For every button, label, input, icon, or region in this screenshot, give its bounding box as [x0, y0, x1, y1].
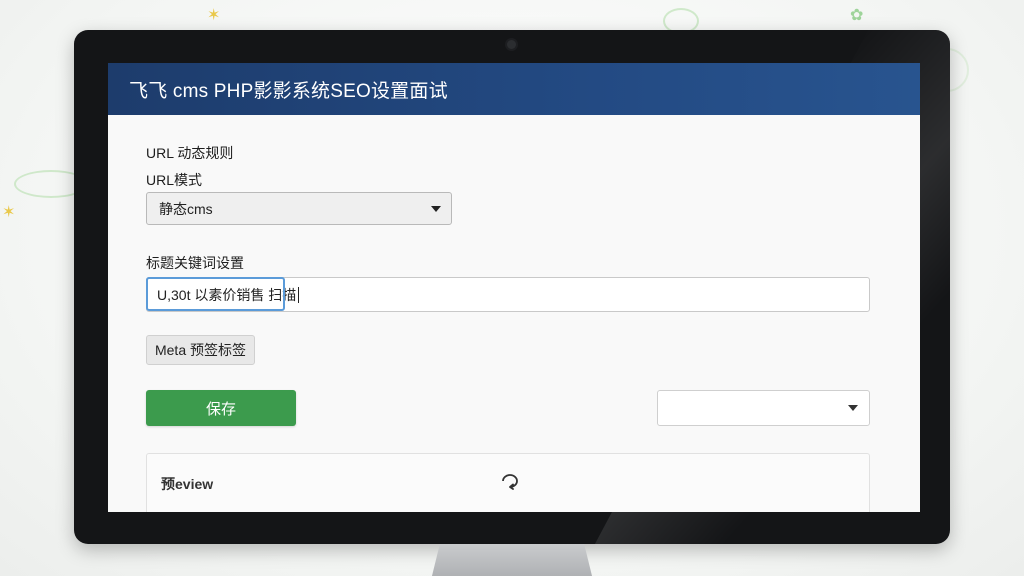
desktop-background: ✶ ✶ ✿ 飞飞 cms PHP影影系统SEO设置面试 URL 动态规则 URL…: [0, 0, 1024, 576]
app-header: 飞飞 cms PHP影影系统SEO设置面试: [108, 63, 920, 115]
url-mode-select[interactable]: 静态cms: [146, 192, 452, 225]
title-keywords-value: U,30t 以素价销售 扫描: [157, 286, 297, 303]
url-rules-heading: URL 动态规则: [146, 145, 234, 161]
leaf-decoration-icon: ✿: [850, 7, 864, 24]
preview-title: 预eview: [161, 476, 214, 492]
url-mode-label: URL模式: [146, 172, 203, 188]
star-decoration-icon: ✶: [2, 204, 16, 221]
preview-panel: 预eview: [146, 453, 870, 512]
title-keywords-label: 标题关键词设置: [146, 255, 244, 271]
refresh-icon[interactable]: [499, 472, 521, 490]
text-cursor: [298, 286, 300, 303]
secondary-select[interactable]: [657, 390, 870, 426]
app-window: 飞飞 cms PHP影影系统SEO设置面试 URL 动态规则 URL模式 静态c…: [108, 63, 920, 512]
chevron-down-icon: [431, 205, 441, 212]
url-mode-value: 静态cms: [159, 200, 213, 217]
star-decoration-icon: ✶: [207, 7, 221, 24]
webcam-icon: [507, 40, 516, 49]
meta-tags-button[interactable]: Meta 预签标签: [146, 335, 255, 365]
page-title: 飞飞 cms PHP影影系统SEO设置面试: [129, 80, 448, 102]
monitor-stand: [430, 544, 594, 576]
save-button[interactable]: 保存: [146, 390, 296, 426]
chevron-down-icon: [848, 405, 858, 411]
title-keywords-input[interactable]: U,30t 以素价销售 扫描: [146, 277, 870, 312]
